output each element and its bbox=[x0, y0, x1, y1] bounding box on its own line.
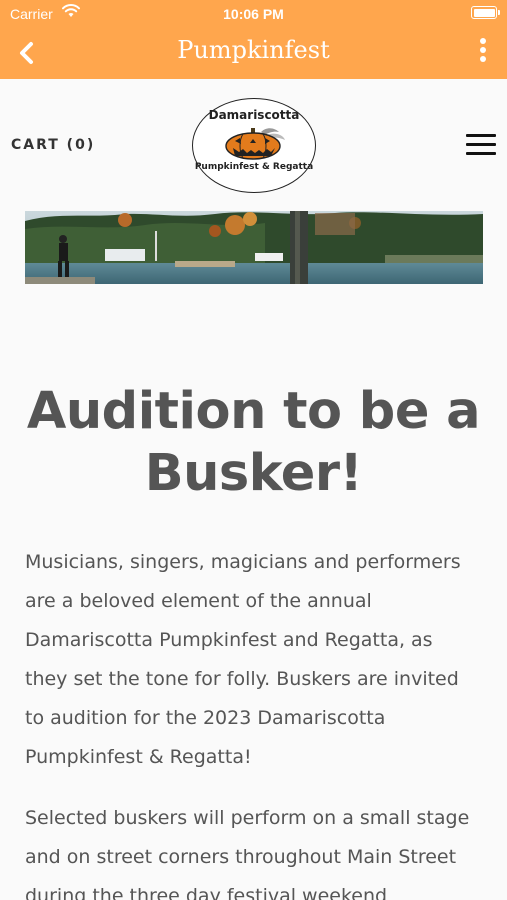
paragraph-line: they set the tone for folly. Buskers are… bbox=[25, 668, 459, 690]
navigation-bar: Pumpkinfest bbox=[0, 28, 507, 79]
page-heading: Audition to be a Busker! bbox=[0, 381, 507, 505]
intro-paragraph: Musicians, singers, magicians and perfor… bbox=[25, 543, 490, 777]
menu-button[interactable] bbox=[466, 134, 496, 158]
logo-text-bottom: Pumpkinfest & Regatta bbox=[194, 162, 314, 172]
paragraph-line: Damariscotta Pumpkinfest and Regatta, as bbox=[25, 629, 433, 651]
more-options-button[interactable] bbox=[473, 38, 493, 68]
paragraph-line: are a beloved element of the annual bbox=[25, 590, 372, 612]
paragraph-line: and on street corners throughout Main St… bbox=[25, 846, 457, 868]
paragraph-line: Selected buskers will perform on a small… bbox=[25, 807, 470, 829]
pumpkin-logo-icon bbox=[225, 128, 285, 160]
banner-image bbox=[25, 211, 483, 284]
paragraph-line: Musicians, singers, magicians and perfor… bbox=[25, 551, 461, 573]
heading-line: Audition to be a bbox=[26, 382, 481, 441]
app-top-bar: Carrier 10:06 PM Pumpkinfest bbox=[0, 0, 507, 79]
battery-icon bbox=[471, 6, 500, 19]
site-logo[interactable]: Damariscotta Pumpkinfest & Regatta bbox=[192, 98, 316, 193]
status-bar: Carrier 10:06 PM bbox=[0, 0, 507, 28]
hamburger-menu-icon bbox=[466, 134, 496, 155]
details-paragraph: Selected buskers will perform on a small… bbox=[25, 799, 490, 900]
heading-line: Busker! bbox=[144, 444, 363, 503]
paragraph-line: during the three day festival weekend bbox=[25, 885, 388, 900]
status-time: 10:06 PM bbox=[223, 6, 284, 22]
paragraph-line: Pumpkinfest & Regatta! bbox=[25, 746, 252, 768]
nav-title: Pumpkinfest bbox=[177, 36, 330, 64]
paragraph-line: to audition for the 2023 Damariscotta bbox=[25, 707, 386, 729]
site-header: CART (0) Damariscotta Pumpkinfest & Rega… bbox=[0, 79, 507, 209]
logo-text-top: Damariscotta bbox=[208, 108, 300, 122]
more-vertical-icon bbox=[473, 38, 493, 62]
cart-link[interactable]: CART (0) bbox=[11, 137, 95, 153]
